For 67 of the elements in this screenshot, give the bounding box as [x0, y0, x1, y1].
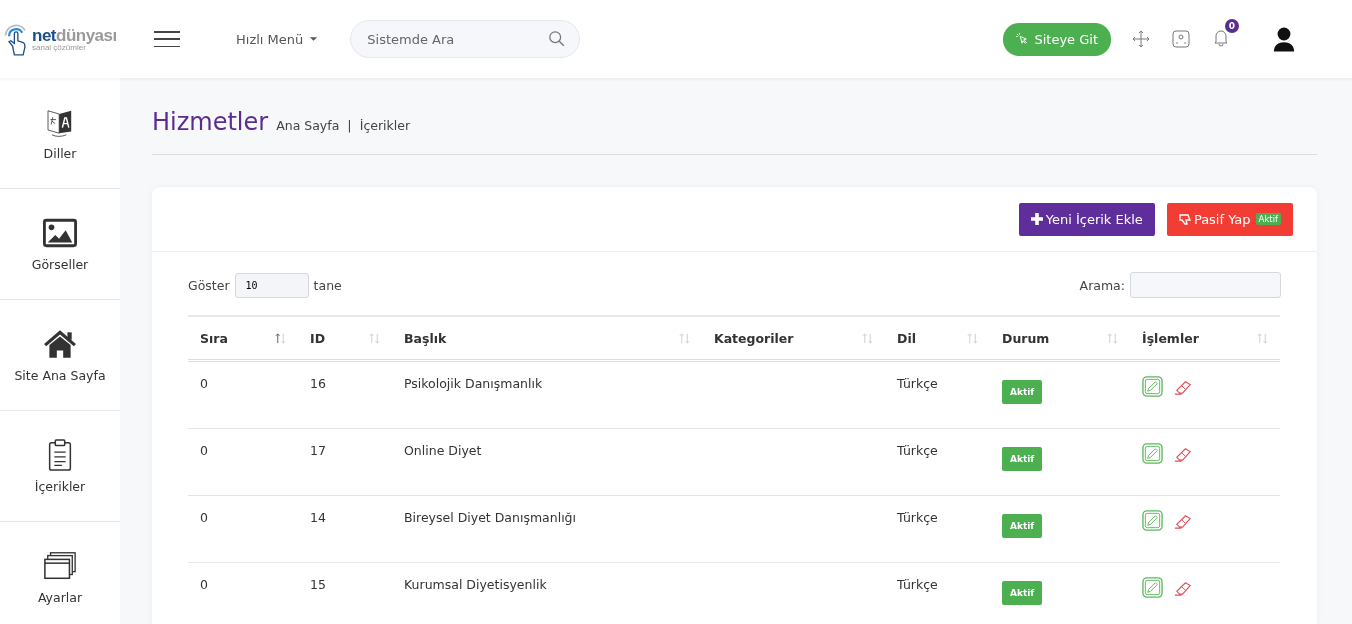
- table-cell: Psikolojik Danışmanlık: [404, 376, 543, 391]
- make-passive-button[interactable]: Pasif Yap Aktif: [1166, 202, 1293, 236]
- add-content-button[interactable]: Yeni İçerik Ekle: [1018, 202, 1155, 236]
- column-header[interactable]: Başlık: [404, 330, 447, 346]
- table-cell: 15: [310, 577, 326, 592]
- table-cell: Türkçe: [897, 577, 938, 592]
- quick-menu-dropdown[interactable]: Hızlı Menü: [236, 31, 319, 47]
- show-label: Göster: [188, 277, 230, 293]
- edit-icon[interactable]: [1142, 510, 1163, 531]
- column-header[interactable]: Kategoriler: [714, 330, 794, 346]
- brand-name: netdünyası: [32, 26, 117, 44]
- table-cell: 0: [200, 376, 208, 391]
- sort-icon[interactable]: [1107, 332, 1118, 344]
- search-label: Arama:: [1079, 277, 1125, 293]
- safe-icon[interactable]: [1171, 29, 1191, 49]
- thumbs-down-icon: [1178, 213, 1191, 225]
- sort-icon[interactable]: [1257, 332, 1268, 344]
- sort-icon[interactable]: [967, 332, 978, 344]
- table-cell: 17: [310, 443, 326, 458]
- table-cell: Bireysel Diyet Danışmanlığı: [404, 510, 576, 525]
- notification-badge: 0: [1225, 19, 1239, 33]
- table-cell: Online Diyet: [404, 443, 482, 458]
- fullscreen-icon[interactable]: [1131, 29, 1151, 49]
- sort-icon[interactable]: [679, 332, 690, 344]
- caret-icon: [309, 36, 319, 42]
- search-icon: [548, 30, 567, 48]
- breadcrumb-separator: |: [347, 118, 352, 133]
- image-icon: [43, 216, 77, 249]
- column-header[interactable]: Sıra: [200, 330, 228, 346]
- column-header[interactable]: İşlemler: [1142, 330, 1199, 346]
- logo[interactable]: netdünyası sanal çözümler: [2, 21, 122, 57]
- status-badge: Aktif: [1002, 380, 1043, 404]
- edit-icon[interactable]: [1142, 443, 1163, 464]
- table-cell: Türkçe: [897, 510, 938, 525]
- status-badge: Aktif: [1002, 514, 1043, 538]
- table-cell: Türkçe: [897, 443, 938, 458]
- column-header[interactable]: Dil: [897, 330, 916, 346]
- table-cell: 0: [200, 443, 208, 458]
- show-suffix: tane: [313, 277, 342, 293]
- table-cell: Türkçe: [897, 376, 938, 391]
- breadcrumb-link[interactable]: İçerikler: [359, 118, 411, 133]
- status-badge: Aktif: [1002, 447, 1043, 471]
- page-title: Hizmetler: [152, 108, 269, 136]
- table-cell: Kurumsal Diyetisyenlik: [404, 577, 547, 592]
- breadcrumb-link[interactable]: Ana Sayfa: [276, 118, 340, 133]
- brand-tagline: sanal çözümler: [32, 43, 86, 52]
- windows-icon: [43, 549, 77, 582]
- page-size-field[interactable]: 10: [234, 272, 309, 298]
- sort-icon[interactable]: [369, 332, 380, 344]
- table-cell: 0: [200, 510, 208, 525]
- column-header[interactable]: Durum: [1002, 330, 1050, 346]
- search-field[interactable]: Sistemde Ara: [350, 20, 581, 58]
- plus-icon: [1030, 213, 1043, 225]
- menu-icon[interactable]: [154, 29, 180, 49]
- table-cell: 0: [200, 577, 208, 592]
- status-badge: Aktif: [1255, 213, 1281, 225]
- table-cell: 14: [310, 510, 326, 525]
- sort-icon[interactable]: [275, 332, 286, 344]
- cursor-click-icon: [1016, 33, 1029, 45]
- edit-icon[interactable]: [1142, 376, 1163, 397]
- edit-icon[interactable]: [1142, 577, 1163, 598]
- status-badge: Aktif: [1002, 581, 1043, 605]
- table-search-field[interactable]: [1130, 272, 1281, 298]
- table-cell: 16: [310, 376, 326, 391]
- user-avatar-icon[interactable]: [1273, 25, 1295, 53]
- column-header[interactable]: ID: [310, 330, 326, 346]
- sort-icon[interactable]: [862, 332, 873, 344]
